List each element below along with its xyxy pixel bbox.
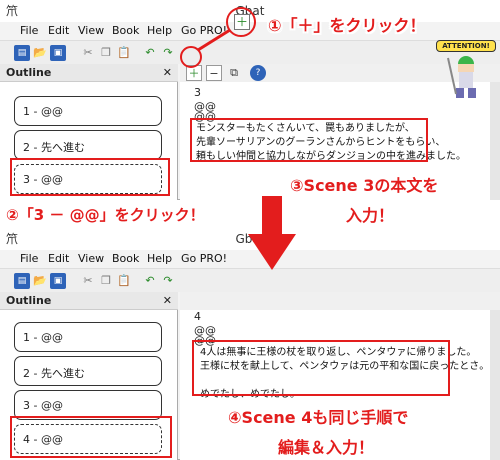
highlight-scene-3 <box>10 158 170 196</box>
new-book-icon[interactable]: ▤ <box>14 45 30 61</box>
outline-title: Outline <box>6 294 52 307</box>
paste-icon[interactable]: 📋 <box>116 45 132 61</box>
callout-step-2: ②「3 － @@」をクリック！ <box>6 206 205 224</box>
main-toolbar: ▤ 📂 ▣ ✂ ❐ 📋 ↶ ↷ <box>0 40 500 64</box>
save-icon[interactable]: ▣ <box>50 273 66 289</box>
help-icon[interactable]: ? <box>250 65 266 81</box>
duplicate-scene-icon[interactable]: ⧉ <box>226 65 242 81</box>
menu-file[interactable]: File <box>20 252 38 265</box>
menu-view[interactable]: View <box>78 252 104 265</box>
callout-step-4b: 編集＆入力！ <box>278 438 375 457</box>
outline-title: Outline <box>6 66 52 79</box>
menu-help[interactable]: Help <box>147 24 172 37</box>
close-icon[interactable]: ✕ <box>163 66 172 79</box>
outline-header: Outline ✕ <box>0 64 178 82</box>
scene-number: 3 <box>194 86 201 99</box>
new-book-icon[interactable]: ▤ <box>14 273 30 289</box>
menu-edit[interactable]: Edit <box>48 252 69 265</box>
open-folder-icon[interactable]: 📂 <box>32 45 48 61</box>
attention-mascot: ATTENTION! <box>436 40 496 100</box>
open-folder-icon[interactable]: 📂 <box>32 273 48 289</box>
scene-item-1[interactable]: 1 - @@ <box>14 322 162 352</box>
callout-step-3a: ③Scene 3の本文を <box>290 176 439 195</box>
highlight-editor-text <box>190 118 428 162</box>
delete-scene-icon[interactable]: − <box>206 65 222 81</box>
cut-icon[interactable]: ✂ <box>80 45 96 61</box>
down-arrow-icon <box>248 196 296 270</box>
scene-toolbar <box>180 292 500 310</box>
attention-badge: ATTENTION! <box>436 40 496 52</box>
arrow-line-icon <box>197 28 231 52</box>
menu-go-pro[interactable]: Go PRO! <box>181 252 227 265</box>
callout-step-1: ①「＋」をクリック！ <box>268 16 426 35</box>
highlight-editor-text <box>192 340 450 396</box>
add-scene-zoom-icon: ＋ <box>234 14 250 30</box>
callout-step-3b: 入力！ <box>346 206 395 225</box>
outline-header: Outline ✕ <box>0 292 178 310</box>
character-sprite-icon <box>447 56 476 98</box>
menu-edit[interactable]: Edit <box>48 24 69 37</box>
redo-icon[interactable]: ↷ <box>160 273 176 289</box>
undo-icon[interactable]: ↶ <box>142 45 158 61</box>
editor-scrollbar[interactable] <box>490 310 500 460</box>
scene-item-2[interactable]: 2 - 先へ進む <box>14 356 162 386</box>
close-icon[interactable]: ✕ <box>163 294 172 307</box>
scene-item-2[interactable]: 2 - 先へ進む <box>14 130 162 160</box>
menu-view[interactable]: View <box>78 24 104 37</box>
copy-icon[interactable]: ❐ <box>98 273 114 289</box>
undo-icon[interactable]: ↶ <box>142 273 158 289</box>
save-icon[interactable]: ▣ <box>50 45 66 61</box>
copy-icon[interactable]: ❐ <box>98 45 114 61</box>
main-toolbar: ▤ 📂 ▣ ✂ ❐ 📋 ↶ ↷ <box>0 268 500 292</box>
menu-help[interactable]: Help <box>147 252 172 265</box>
redo-icon[interactable]: ↷ <box>160 45 176 61</box>
paste-icon[interactable]: 📋 <box>116 273 132 289</box>
menu-file[interactable]: File <box>20 24 38 37</box>
cut-icon[interactable]: ✂ <box>80 273 96 289</box>
highlight-scene-4 <box>10 416 172 458</box>
callout-step-4a: ④Scene 4も同じ手順で <box>228 408 409 427</box>
menu-book[interactable]: Book <box>112 24 139 37</box>
scene-number: 4 <box>194 310 201 323</box>
menu-book[interactable]: Book <box>112 252 139 265</box>
scene-item-1[interactable]: 1 - @@ <box>14 96 162 126</box>
